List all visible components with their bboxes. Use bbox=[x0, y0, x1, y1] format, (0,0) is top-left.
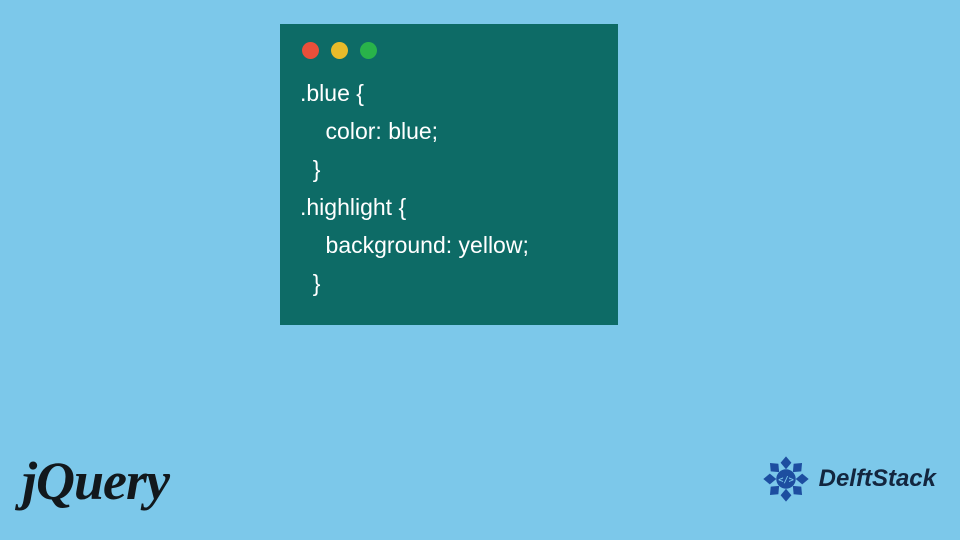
delftstack-label: DelftStack bbox=[819, 465, 936, 493]
code-window: .blue { color: blue; } .highlight { back… bbox=[280, 24, 618, 325]
traffic-green-icon bbox=[360, 42, 377, 59]
svg-text:</>: </> bbox=[778, 475, 794, 485]
jquery-logo: jQuery bbox=[22, 450, 169, 512]
window-traffic-lights bbox=[302, 42, 598, 59]
code-block: .blue { color: blue; } .highlight { back… bbox=[300, 75, 598, 303]
traffic-yellow-icon bbox=[331, 42, 348, 59]
delftstack-emblem-icon: </> bbox=[759, 452, 813, 506]
traffic-red-icon bbox=[302, 42, 319, 59]
delftstack-logo: </> DelftStack bbox=[759, 452, 936, 506]
